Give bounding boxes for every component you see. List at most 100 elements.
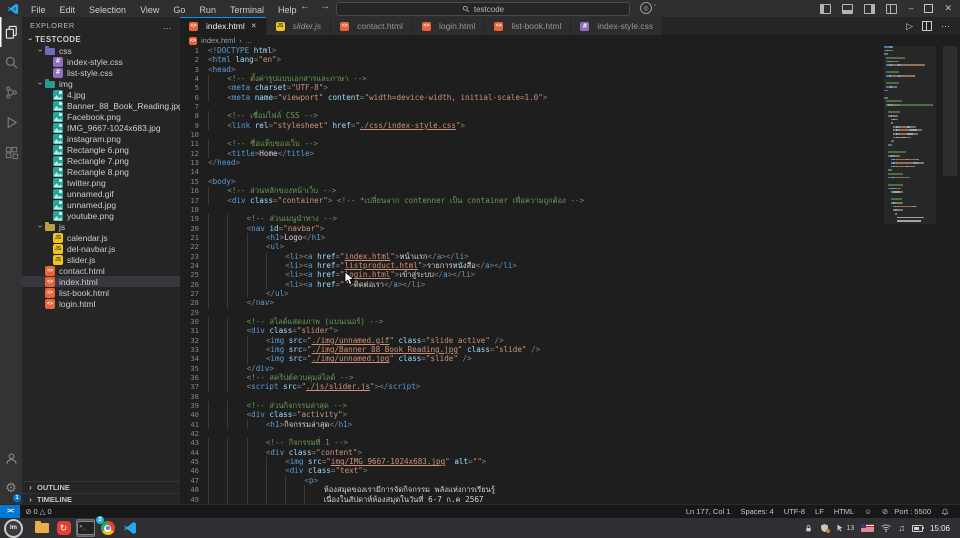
start-menu-button[interactable]: lm bbox=[4, 518, 23, 538]
code-line[interactable]: 45 <img src="img/IMG_9667-1024x683.jpg" a… bbox=[180, 457, 884, 467]
code-line[interactable]: 34 <img src="./img/unnamed.jpg" class="sl… bbox=[180, 354, 884, 364]
menu-terminal[interactable]: Terminal bbox=[223, 5, 271, 15]
indentation[interactable]: Spaces: 4 bbox=[735, 507, 778, 516]
explorer-item-del-navbar.js[interactable]: JS del-navbar.js bbox=[22, 243, 180, 254]
menu-run[interactable]: Run bbox=[192, 5, 223, 15]
code-line[interactable]: 20 <nav id="navbar"> bbox=[180, 223, 884, 233]
code-line[interactable]: 18 bbox=[180, 205, 884, 214]
explorer-item-Rectangle 6.png[interactable]: Rectangle 6.png bbox=[22, 144, 180, 155]
editor-scrollbar[interactable] bbox=[940, 46, 960, 505]
activitybar-explorer[interactable] bbox=[0, 17, 22, 47]
language-mode[interactable]: HTML bbox=[829, 507, 859, 516]
activitybar-extensions[interactable] bbox=[0, 137, 22, 167]
explorer-item-Rectangle 8.png[interactable]: Rectangle 8.png bbox=[22, 166, 180, 177]
explorer-item-slider.js[interactable]: JS slider.js bbox=[22, 254, 180, 265]
tab-index-style.css[interactable]: # index-style.css bbox=[571, 17, 664, 35]
keyring-icon[interactable] bbox=[804, 524, 813, 533]
notifications-bell-icon[interactable] bbox=[936, 508, 954, 516]
code-line[interactable]: 40 <div class="activity"> bbox=[180, 410, 884, 420]
explorer-item-IMG_9667-1024x683.jpg[interactable]: IMG_9667-1024x683.jpg bbox=[22, 122, 180, 133]
code-line[interactable]: 4 <!-- ตั้งค่ารูปแบบเอกสารและภาษา --> bbox=[180, 74, 884, 84]
explorer-item-twitter.png[interactable]: twitter.png bbox=[22, 177, 180, 188]
taskbar-app-vscode[interactable] bbox=[120, 519, 139, 537]
forward-arrow-icon[interactable]: → bbox=[320, 1, 330, 12]
menu-go[interactable]: Go bbox=[166, 5, 192, 15]
customize-layout-icon[interactable] bbox=[886, 3, 898, 14]
code-line[interactable]: 16 <!-- ส่วนหลักของหน้าเว็บ --> bbox=[180, 186, 884, 196]
code-line[interactable]: 36 <!-- สคริปต์ควบคุมสไลด์ --> bbox=[180, 373, 884, 383]
explorer-item-Facebook.png[interactable]: Facebook.png bbox=[22, 111, 180, 122]
explorer-item-index.html[interactable]: <> index.html bbox=[22, 276, 180, 287]
taskbar-app-media-app[interactable]: ↻ bbox=[54, 519, 73, 537]
code-line[interactable]: 14 bbox=[180, 167, 884, 176]
explorer-item-4.jpg[interactable]: 4.jpg bbox=[22, 89, 180, 100]
taskbar-app-file-manager[interactable] bbox=[32, 519, 51, 537]
activitybar-source-control[interactable] bbox=[0, 77, 22, 107]
tab-slider.js[interactable]: JS slider.js bbox=[266, 17, 332, 35]
menu-view[interactable]: View bbox=[133, 5, 166, 15]
code-line[interactable]: 21 <h1>Logo</h1> bbox=[180, 232, 884, 243]
code-line[interactable]: 48 ห้องสมุดของเรามีการจัดกิจกรรม พลังแห่ง… bbox=[180, 485, 884, 495]
media-player-tray-icon[interactable]: ♫ bbox=[898, 523, 905, 533]
account-icon[interactable] bbox=[0, 443, 22, 473]
menu-edit[interactable]: Edit bbox=[53, 5, 83, 15]
explorer-item-list-style.css[interactable]: # list-style.css bbox=[22, 67, 180, 78]
code-line[interactable]: 46 <div class="text"> bbox=[180, 466, 884, 476]
problems-indicator[interactable]: ⊘ 0 △ 0 bbox=[20, 507, 56, 516]
code-line[interactable]: 12 <title>Home</title> bbox=[180, 148, 884, 159]
back-arrow-icon[interactable]: ← bbox=[300, 1, 310, 12]
code-line[interactable]: 22 <ul> bbox=[180, 242, 884, 252]
command-center-search[interactable]: testcode bbox=[336, 2, 630, 16]
explorer-item-Rectangle 7.png[interactable]: Rectangle 7.png bbox=[22, 155, 180, 166]
code-line[interactable]: 26 <li><a href="">ติดต่อเรา</a></li> bbox=[180, 279, 884, 289]
code-line[interactable]: 44 <div class="content"> bbox=[180, 447, 884, 458]
code-line[interactable]: 38 bbox=[180, 392, 884, 401]
code-line[interactable]: 15 <body> bbox=[180, 177, 884, 186]
more-actions-icon[interactable]: ⋯ bbox=[941, 21, 950, 32]
encoding[interactable]: UTF-8 bbox=[779, 507, 810, 516]
explorer-item-list-book.html[interactable]: <> list-book.html bbox=[22, 287, 180, 298]
tab-close-icon[interactable]: ✕ bbox=[251, 22, 257, 30]
code-line[interactable]: 41 <h1>กิจกรรมล่าสุด</h1> bbox=[180, 419, 884, 430]
restore-button[interactable] bbox=[924, 4, 934, 13]
code-line[interactable]: 27 </ul> bbox=[180, 288, 884, 299]
explorer-item-instagram.png[interactable]: instagram.png bbox=[22, 133, 180, 144]
explorer-item-unnamed.gif[interactable]: unnamed.gif bbox=[22, 188, 180, 199]
explorer-item-img[interactable]: › img bbox=[22, 78, 180, 89]
explorer-item-calendar.js[interactable]: JS calendar.js bbox=[22, 232, 180, 243]
code-line[interactable]: 1 <!DOCTYPE html> bbox=[180, 46, 884, 55]
minimap[interactable] bbox=[884, 46, 936, 505]
code-line[interactable]: 49 เนื่องในสัปดาห์ห้องสมุดในวันที่ 6-7 ก.… bbox=[180, 494, 884, 504]
code-line[interactable]: 43 <!-- กิจกรรมที่ 1 --> bbox=[180, 438, 884, 448]
split-editor-icon[interactable] bbox=[922, 21, 932, 31]
taskbar-clock[interactable]: 15:06 bbox=[930, 524, 950, 533]
toggle-secondary-sidebar-icon[interactable] bbox=[864, 3, 876, 14]
eol-sequence[interactable]: LF bbox=[810, 507, 829, 516]
copilot-status-icon[interactable]: ☺ bbox=[859, 507, 877, 516]
explorer-item-Banner_88_Book_Reading.jpg[interactable]: Banner_88_Book_Reading.jpg bbox=[22, 100, 180, 111]
code-line[interactable]: 9 <link rel="stylesheet" href="./css/inde… bbox=[180, 120, 884, 131]
close-button[interactable]: ✕ bbox=[944, 0, 952, 17]
code-line[interactable]: 31 <div class="slider"> bbox=[180, 326, 884, 336]
explorer-item-unnamed.jpg[interactable]: unnamed.jpg bbox=[22, 199, 180, 210]
code-line[interactable]: 35 </div> bbox=[180, 363, 884, 374]
run-button[interactable]: ▷ bbox=[906, 21, 913, 32]
explorer-item-js[interactable]: › js bbox=[22, 221, 180, 232]
menu-selection[interactable]: Selection bbox=[82, 5, 133, 15]
cursor-position[interactable]: Ln 177, Col 1 bbox=[681, 507, 736, 516]
code-line[interactable]: 37 <script src="./js/slider.js"></script> bbox=[180, 382, 884, 392]
code-line[interactable]: 23 <li><a href="index.html">หน้าแรก</a></… bbox=[180, 251, 884, 261]
taskbar-app-chrome[interactable]: 2 bbox=[96, 516, 117, 537]
wifi-icon[interactable] bbox=[881, 524, 891, 532]
code-line[interactable]: 3 <head> bbox=[180, 65, 884, 74]
menu-help[interactable]: Help bbox=[271, 5, 304, 15]
activitybar-search[interactable] bbox=[0, 47, 22, 77]
code-line[interactable]: 33 <img src="./img/Banner_88_Book_Reading… bbox=[180, 345, 884, 355]
code-line[interactable]: 29 bbox=[180, 308, 884, 317]
code-line[interactable]: 2 <html lang="en"> bbox=[180, 55, 884, 64]
minimize-button[interactable]: – bbox=[908, 0, 913, 17]
tab-index.html[interactable]: <> index.html ✕ bbox=[180, 17, 267, 35]
battery-icon[interactable] bbox=[911, 524, 924, 532]
explorer-more-actions-icon[interactable]: ... bbox=[163, 21, 172, 31]
remote-indicator[interactable]: >< bbox=[0, 505, 21, 518]
